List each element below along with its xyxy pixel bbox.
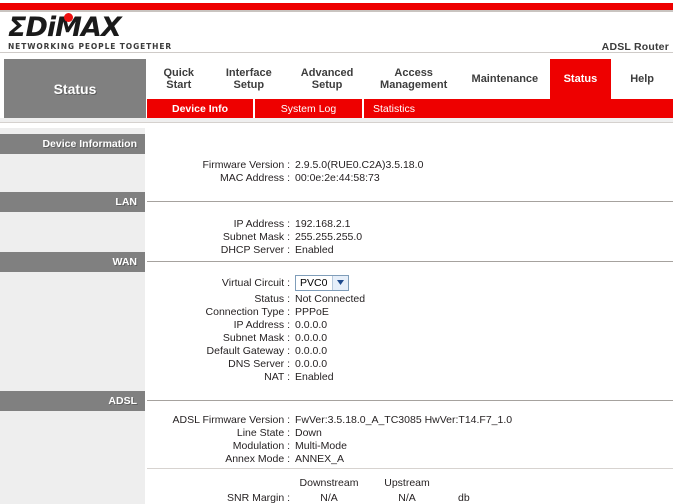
value-wan-connection-type: PPPoE (295, 305, 329, 318)
stream-row-snr-margin: SNR Margin : N/A N/A db (0, 492, 498, 504)
subtab-statistics[interactable]: Statistics (362, 99, 473, 118)
label-wan-connection-type: Connection Type : (205, 305, 290, 318)
section-rule-wan (147, 261, 673, 262)
content-area: Device Information Firmware Version : 2.… (0, 128, 673, 504)
label-mac-address: MAC Address : (219, 171, 290, 184)
value-adsl-annex-mode: ANNEX_A (295, 452, 345, 465)
value-firmware-version: 2.9.5.0(RUE0.C2A)3.5.18.0 (295, 158, 424, 171)
menu-item-interface-setup[interactable]: Interface Setup (211, 59, 287, 99)
section-header-adsl: ADSL (0, 391, 145, 411)
logo-wordmark: ΣDiMAX (8, 13, 172, 41)
router-admin-page: ΣDiMAX NETWORKING PEOPLE TOGETHER ADSL R… (0, 0, 673, 504)
row-wan-ip-address: IP Address : 0.0.0.0 (0, 318, 365, 331)
edimax-logo: ΣDiMAX NETWORKING PEOPLE TOGETHER (8, 13, 173, 51)
value-adsl-firmware-version: FwVer:3.5.18.0_A_TC3085 HwVer:T14.F7_1.0 (295, 413, 513, 426)
wan-rows: Virtual Circuit : PVC0 Status : Not Conn… (0, 273, 365, 383)
section-rule-adsl (147, 400, 673, 401)
menu-item-status[interactable]: Status (549, 59, 612, 99)
value-lan-dhcp-server: Enabled (295, 243, 334, 256)
adsl-rows: ADSL Firmware Version : FwVer:3.5.18.0_A… (0, 413, 513, 465)
stream-header-downstream: Downstream (299, 477, 359, 489)
row-wan-status: Status : Not Connected (0, 292, 365, 305)
value-snr-margin-downstream: N/A (320, 492, 338, 504)
stream-header-spacer (0, 477, 290, 489)
row-lan-ip-address: IP Address : 192.168.2.1 (0, 217, 362, 230)
virtual-circuit-selected-value: PVC0 (300, 276, 328, 289)
value-wan-dns-server: 0.0.0.0 (295, 357, 328, 370)
label-wan-subnet-mask: Subnet Mask : (222, 331, 290, 344)
value-lan-subnet-mask: 255.255.255.0 (295, 230, 363, 243)
section-header-device-information: Device Information (0, 134, 145, 154)
label-adsl-line-state: Line State : (236, 426, 290, 439)
value-adsl-modulation: Multi-Mode (295, 439, 347, 452)
subtab-system-log[interactable]: System Log (253, 99, 362, 118)
label-wan-default-gateway: Default Gateway : (206, 344, 290, 357)
label-lan-ip-address: IP Address : (233, 217, 290, 230)
value-snr-margin-upstream: N/A (398, 492, 416, 504)
menu-item-advanced-setup[interactable]: Advanced Setup (287, 59, 367, 99)
row-wan-subnet-mask: Subnet Mask : 0.0.0.0 (0, 331, 365, 344)
menu-item-help[interactable]: Help (611, 59, 673, 99)
value-adsl-line-state: Down (295, 426, 322, 439)
row-virtual-circuit: Virtual Circuit : PVC0 (0, 273, 365, 292)
lan-rows: IP Address : 192.168.2.1 Subnet Mask : 2… (0, 217, 362, 256)
subtab-device-info[interactable]: Device Info (147, 99, 253, 118)
value-wan-ip-address: 0.0.0.0 (295, 318, 328, 331)
virtual-circuit-select[interactable]: PVC0 (295, 274, 350, 291)
brand-header: ΣDiMAX NETWORKING PEOPLE TOGETHER ADSL R… (0, 12, 673, 53)
main-menu: Quick Start Interface Setup Advanced Set… (147, 59, 673, 99)
menu-item-access-management[interactable]: Access Management (367, 59, 460, 99)
unit-snr-margin: db (458, 492, 470, 504)
value-mac-address: 00:0e:2e:44:58:73 (295, 171, 380, 184)
sub-menu: Device Info System Log Statistics (147, 99, 673, 118)
label-virtual-circuit: Virtual Circuit : (221, 276, 290, 289)
stream-table-header: Downstream Upstream (0, 477, 446, 489)
menu-item-quick-start[interactable]: Quick Start (147, 59, 211, 99)
label-adsl-annex-mode: Annex Mode : (225, 452, 290, 465)
row-wan-dns-server: DNS Server : 0.0.0.0 (0, 357, 365, 370)
logo-tagline: NETWORKING PEOPLE TOGETHER (8, 42, 173, 51)
label-wan-nat: NAT : (264, 370, 290, 383)
label-wan-ip-address: IP Address : (233, 318, 290, 331)
label-adsl-modulation: Modulation : (232, 439, 290, 452)
row-adsl-line-state: Line State : Down (0, 426, 512, 439)
label-adsl-firmware-version: ADSL Firmware Version : (172, 413, 290, 426)
label-lan-subnet-mask: Subnet Mask : (222, 230, 290, 243)
label-wan-status: Status : (254, 292, 290, 305)
row-wan-connection-type: Connection Type : PPPoE (0, 305, 365, 318)
value-wan-status: Not Connected (295, 292, 366, 305)
chevron-down-icon[interactable] (332, 275, 349, 290)
label-snr-margin: SNR Margin : (226, 492, 290, 504)
row-firmware-version: Firmware Version : 2.9.5.0(RUE0.C2A)3.5.… (0, 158, 423, 171)
stream-header-upstream: Upstream (384, 477, 430, 489)
menu-item-maintenance[interactable]: Maintenance (460, 59, 549, 99)
row-mac-address: MAC Address : 00:0e:2e:44:58:73 (0, 171, 423, 184)
section-title-status: Status (4, 59, 146, 118)
value-lan-ip-address: 192.168.2.1 (295, 217, 351, 230)
label-firmware-version: Firmware Version : (202, 158, 290, 171)
row-adsl-firmware-version: ADSL Firmware Version : FwVer:3.5.18.0_A… (0, 413, 513, 426)
row-wan-default-gateway: Default Gateway : 0.0.0.0 (0, 344, 365, 357)
nav-bottom-divider (0, 122, 673, 123)
section-header-wan: WAN (0, 252, 145, 272)
navigation-zone: Status Quick Start Interface Setup Advan… (0, 53, 673, 123)
label-wan-dns-server: DNS Server : (228, 357, 290, 370)
value-wan-default-gateway: 0.0.0.0 (295, 344, 328, 357)
section-header-lan: LAN (0, 192, 145, 212)
top-accent-stripe (0, 3, 673, 10)
row-wan-nat: NAT : Enabled (0, 370, 365, 383)
row-adsl-modulation: Modulation : Multi-Mode (0, 439, 512, 452)
logo-red-dot-icon (64, 13, 73, 22)
value-wan-nat: Enabled (295, 370, 334, 383)
row-lan-subnet-mask: Subnet Mask : 255.255.255.0 (0, 230, 362, 243)
row-adsl-annex-mode: Annex Mode : ANNEX_A (0, 452, 512, 465)
value-wan-subnet-mask: 0.0.0.0 (295, 331, 328, 344)
device-information-rows: Firmware Version : 2.9.5.0(RUE0.C2A)3.5.… (0, 158, 423, 184)
adsl-stream-divider (147, 468, 673, 469)
section-rule-lan (147, 201, 673, 202)
